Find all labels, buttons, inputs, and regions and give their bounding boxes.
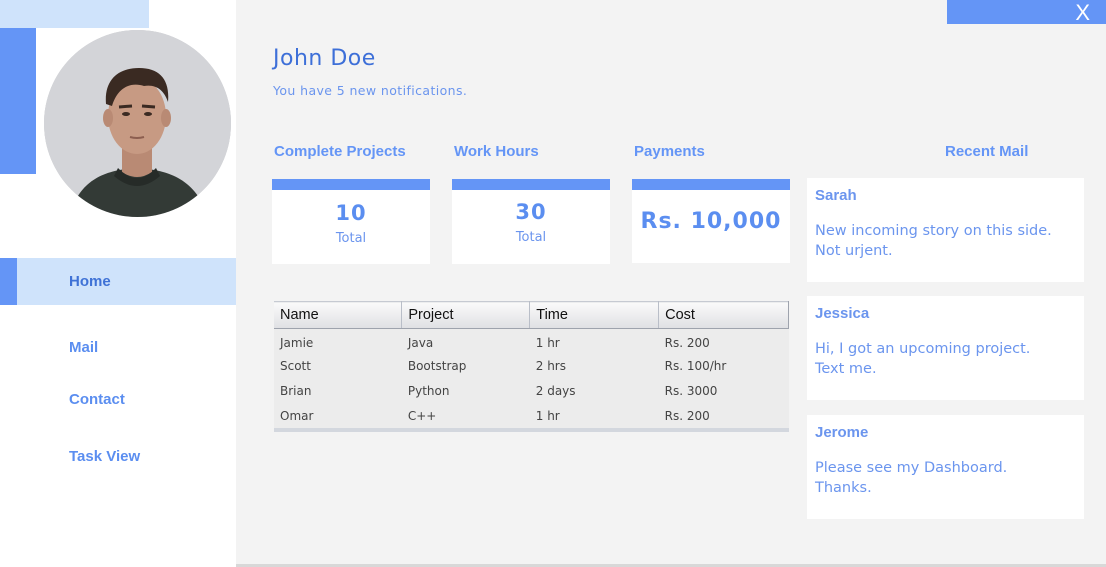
table-cell: Rs. 3000: [664, 384, 718, 398]
mail-card-jerome[interactable]: Jerome Please see my Dashboard. Thanks.: [807, 415, 1084, 519]
mail-sender: Sarah: [815, 187, 857, 204]
user-name: John Doe: [273, 46, 376, 71]
stat-sub: Total: [515, 230, 547, 245]
mail-body: Hi, I got an upcoming project. Text me.: [815, 339, 1076, 379]
column-header-time[interactable]: Time: [529, 301, 660, 329]
table-cell: Omar: [280, 409, 314, 423]
table-cell: Brian: [280, 384, 312, 398]
sidebar-top-strip: [0, 0, 149, 28]
stat-title-projects: Complete Projects: [274, 143, 406, 160]
sidebar-item-contact[interactable]: Contact: [0, 376, 236, 423]
table-cell: Python: [407, 384, 450, 398]
column-header-name[interactable]: Name: [274, 301, 403, 329]
sidebar-item-label: Contact: [69, 391, 125, 408]
stat-card-projects: 10 Total: [272, 179, 430, 264]
sidebar-item-label: Mail: [69, 339, 99, 356]
column-header-project[interactable]: Project: [401, 301, 531, 329]
sidebar-item-label: Home: [69, 273, 111, 290]
stat-sub: Total: [335, 231, 367, 246]
column-header-cost[interactable]: Cost: [658, 301, 789, 329]
mail-line: Not urjent.: [815, 243, 893, 259]
sidebar-item-home[interactable]: Home: [0, 258, 236, 305]
profile-photo-icon: [44, 30, 231, 217]
mail-body: New incoming story on this side. Not urj…: [815, 221, 1076, 261]
sidebar-item-task-view[interactable]: Task View: [0, 433, 236, 480]
table-row[interactable]: Brian Python 2 days Rs. 3000: [274, 379, 789, 404]
stat-value: Rs. 10,000: [640, 209, 782, 234]
close-button[interactable]: X: [947, 0, 1106, 25]
sidebar-item-mail[interactable]: Mail: [0, 324, 236, 371]
table-cell: Bootstrap: [407, 359, 467, 373]
table-cell: 2 days: [535, 384, 576, 398]
table-cell: 1 hr: [535, 409, 560, 423]
mail-sender: Jerome: [815, 424, 869, 441]
sidebar: Home Mail Contact Task View: [0, 0, 236, 567]
mail-line: Text me.: [815, 361, 877, 377]
stat-value: 10: [335, 201, 367, 225]
mail-line: Please see my Dashboard.: [815, 460, 1008, 476]
avatar: [44, 30, 231, 217]
table-cell: Rs. 200: [664, 409, 710, 423]
table-cell: C++: [407, 409, 437, 423]
stat-card-bar: [452, 179, 610, 190]
projects-table: Name Project Time Cost Jamie Java 1 hr R…: [274, 301, 789, 432]
sidebar-item-label: Task View: [69, 448, 141, 465]
table-cell: Rs. 200: [664, 336, 710, 351]
mail-line: New incoming story on this side.: [815, 223, 1052, 239]
table-cell: Java: [407, 336, 434, 351]
stat-card-hours: 30 Total: [452, 179, 610, 264]
mail-line: Thanks.: [815, 480, 872, 496]
table-cell: 2 hrs: [535, 359, 566, 373]
table-row[interactable]: Omar C++ 1 hr Rs. 200: [274, 404, 789, 429]
stat-value: 30: [515, 200, 547, 224]
stat-card-payments: Rs. 10,000: [632, 179, 790, 263]
stat-title-payments: Payments: [634, 143, 705, 160]
notification-text: You have 5 new notifications.: [273, 83, 468, 98]
table-cell: Rs. 100/hr: [664, 359, 727, 373]
table-header-row: Name Project Time Cost: [274, 301, 789, 329]
mail-sender: Jessica: [815, 305, 870, 322]
stat-card-bar: [272, 179, 430, 190]
mail-line: Hi, I got an upcoming project.: [815, 341, 1031, 357]
recent-mail-title: Recent Mail: [945, 143, 1029, 160]
table-cell: 1 hr: [535, 336, 560, 351]
table-row[interactable]: Jamie Java 1 hr Rs. 200: [274, 329, 789, 354]
table-cell: Jamie: [280, 336, 314, 351]
table-cell: Scott: [280, 359, 311, 373]
sidebar-accent-bar: [0, 28, 36, 174]
mail-body: Please see my Dashboard. Thanks.: [815, 458, 1076, 498]
table-row[interactable]: Scott Bootstrap 2 hrs Rs. 100/hr: [274, 354, 789, 379]
mail-card-jessica[interactable]: Jessica Hi, I got an upcoming project. T…: [807, 296, 1084, 400]
stat-title-hours: Work Hours: [454, 143, 539, 160]
mail-card-sarah[interactable]: Sarah New incoming story on this side. N…: [807, 178, 1084, 282]
stat-card-bar: [632, 179, 790, 190]
